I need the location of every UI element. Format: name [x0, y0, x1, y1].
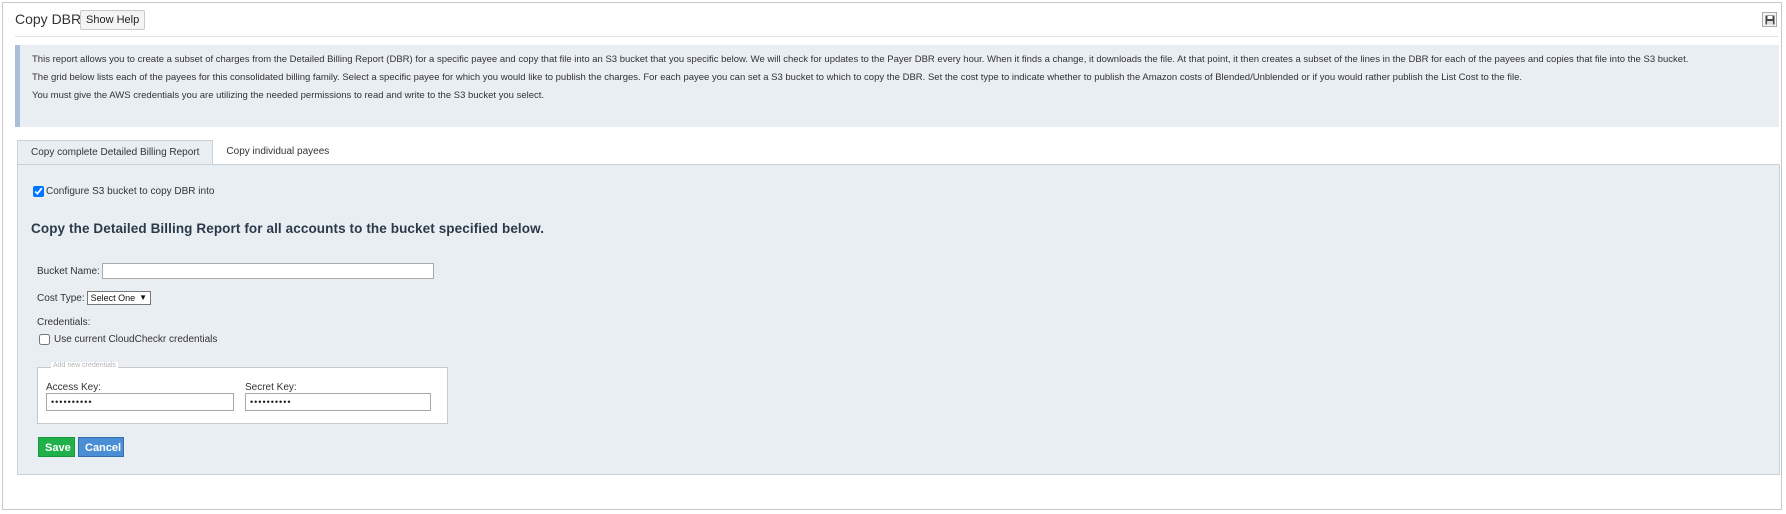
use-current-credentials-label: Use current CloudCheckr credentials: [54, 334, 218, 345]
triangle-down-icon: ▼: [139, 293, 148, 302]
bucket-name-label: Bucket Name:: [37, 265, 100, 277]
configure-s3-label: Configure S3 bucket to copy DBR into: [46, 186, 215, 197]
cost-type-select[interactable]: Select One ▼: [86, 291, 152, 305]
tab-copy-individual-payees[interactable]: Copy individual payees: [213, 140, 342, 165]
bucket-name-input[interactable]: [101, 263, 434, 279]
title-divider: [15, 36, 1778, 37]
cost-type-selected: Select One: [90, 293, 136, 303]
secret-key-input[interactable]: ••••••••••: [245, 393, 431, 411]
info-paragraph: The grid below lists each of the payees …: [32, 72, 1523, 83]
tab-bar: Copy complete Detailed Billing Report Co…: [17, 140, 342, 165]
page-frame: Copy DBR Show Help This report allows yo…: [2, 2, 1782, 510]
credentials-label: Credentials:: [37, 317, 91, 328]
configure-s3-row: Configure S3 bucket to copy DBR into: [33, 186, 214, 197]
fieldset-legend: Add new credentials: [51, 362, 119, 369]
show-help-button[interactable]: Show Help: [80, 10, 146, 30]
new-credentials-fieldset: Add new credentials Access Key: ••••••••…: [37, 362, 448, 424]
tab-copy-complete-dbr[interactable]: Copy complete Detailed Billing Report: [17, 140, 214, 165]
info-paragraph: This report allows you to create a subse…: [32, 54, 1689, 65]
page-title: Copy DBR: [15, 11, 82, 27]
bucket-row: Bucket Name:: [37, 263, 434, 279]
cancel-button[interactable]: Cancel: [78, 437, 124, 457]
use-current-credentials-row: Use current CloudCheckr credentials: [39, 334, 217, 345]
save-button[interactable]: Save: [38, 437, 75, 457]
floppy-disk-icon[interactable]: [1762, 12, 1777, 27]
secret-key-label: Secret Key:: [245, 382, 297, 393]
info-paragraph: You must give the AWS credentials you ar…: [32, 90, 545, 101]
cost-type-row: Cost Type: Select One ▼: [37, 291, 152, 305]
access-key-input[interactable]: ••••••••••: [46, 393, 234, 411]
section-heading: Copy the Detailed Billing Report for all…: [31, 221, 545, 236]
tab-panel: Configure S3 bucket to copy DBR into Cop…: [17, 164, 1780, 475]
info-box: This report allows you to create a subse…: [15, 45, 1779, 127]
access-key-label: Access Key:: [46, 382, 102, 393]
cost-type-label: Cost Type:: [37, 292, 85, 304]
use-current-credentials-checkbox[interactable]: [39, 334, 50, 345]
configure-s3-checkbox[interactable]: [33, 186, 44, 197]
